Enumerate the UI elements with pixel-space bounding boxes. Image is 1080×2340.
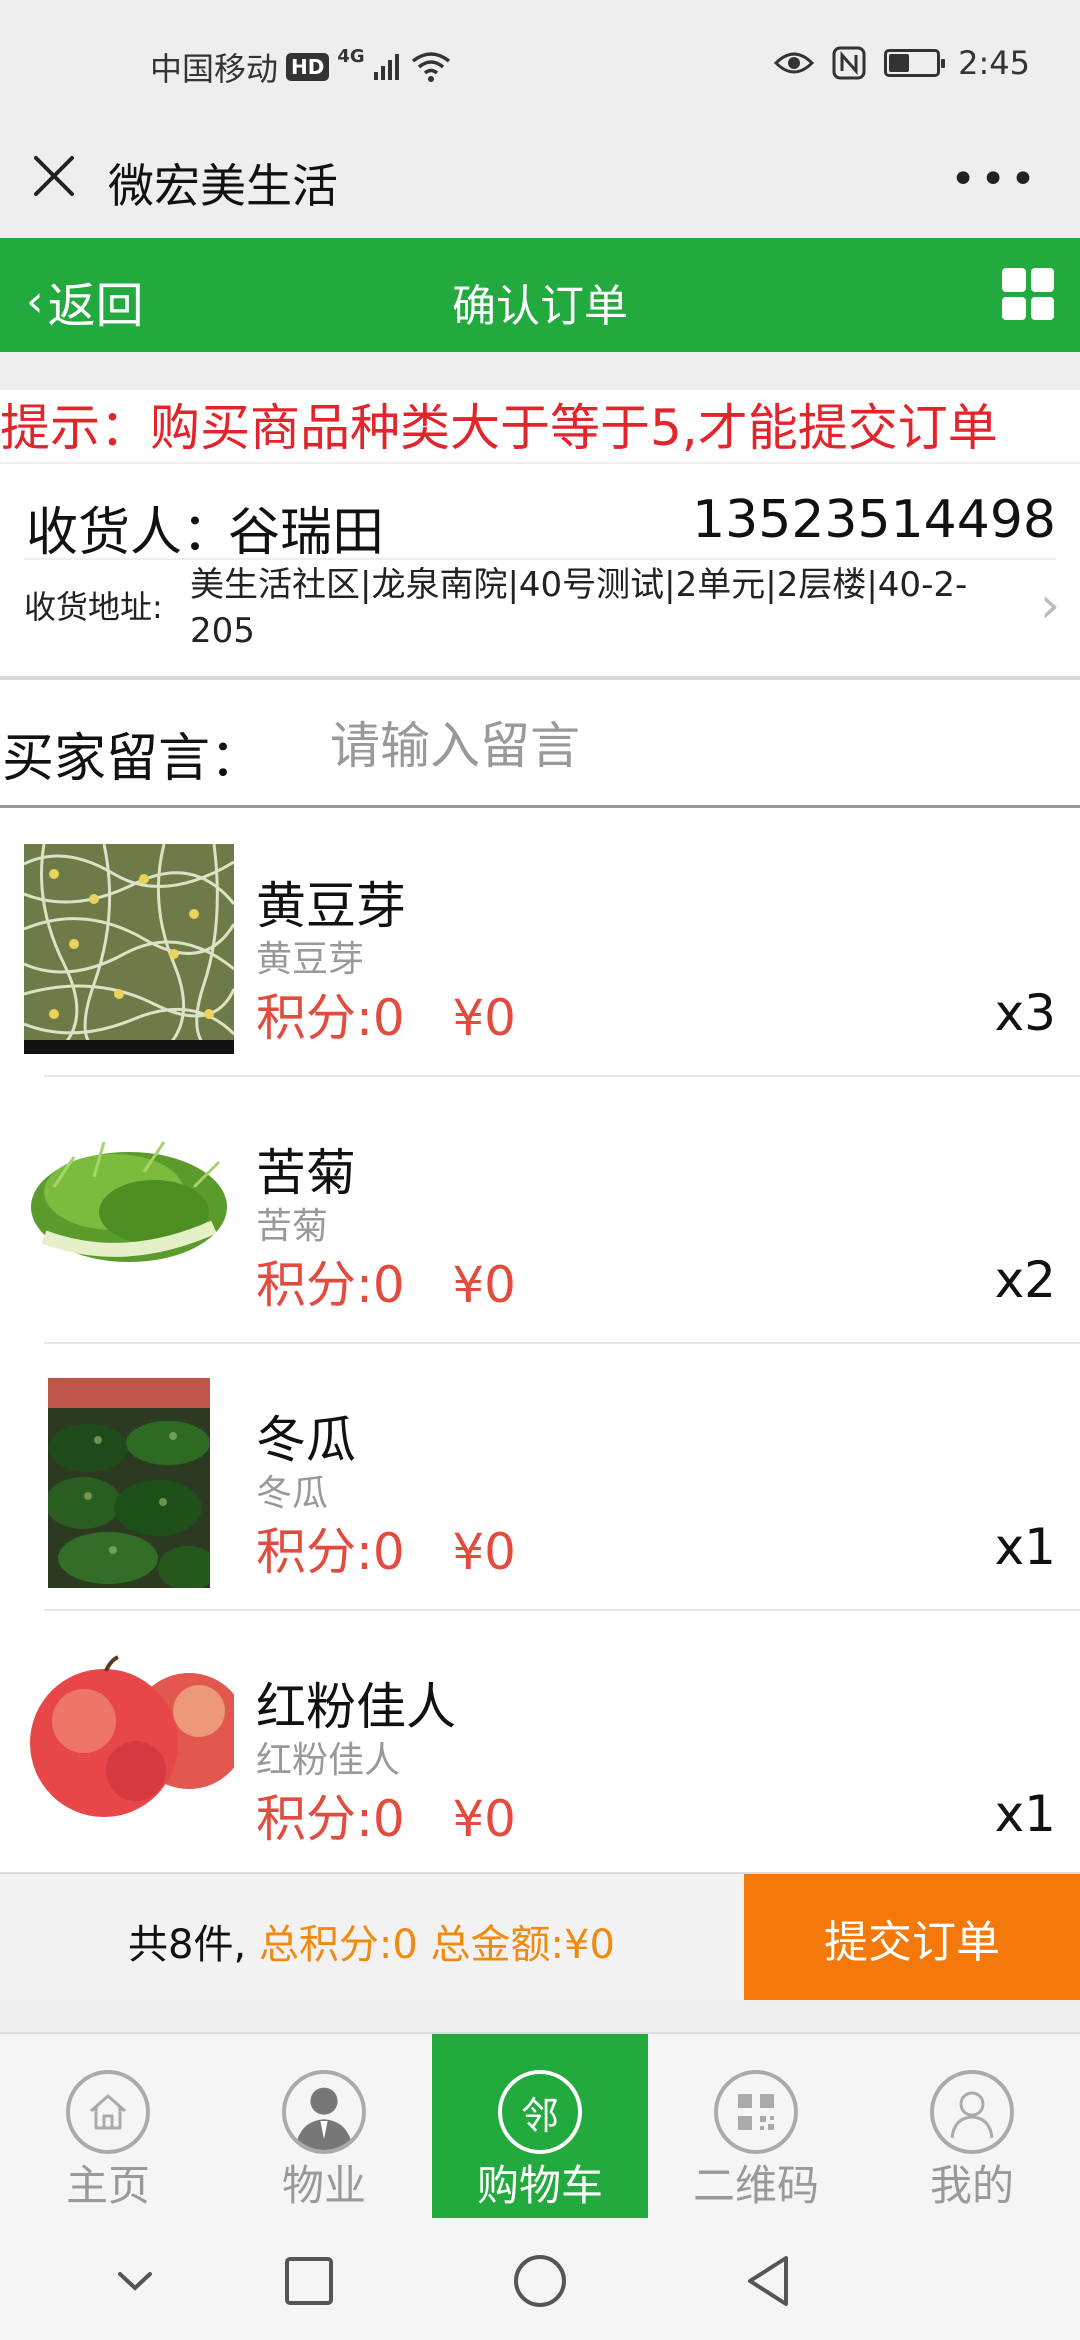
neighbor-cart-icon: 邻 [498,2070,582,2154]
product-name: 红粉佳人 [256,1678,456,1736]
product-price: 积分:0 ¥0 [256,1790,516,1848]
system-nav-bar [0,2218,1080,2340]
profile-icon [930,2070,1014,2154]
tab-label: 购物车 [476,2161,603,2210]
chevron-down-icon[interactable] [100,2246,170,2316]
tab-profile[interactable]: 我的 [864,2034,1080,2220]
status-right: 2:45 [774,44,1030,82]
property-person-icon [282,2070,366,2154]
hd-badge: HD [286,53,330,81]
product-item: 苦菊 苦菊 积分:0 ¥0 x2 [0,1077,1080,1344]
clock-label: 2:45 [958,44,1030,82]
buyer-message-input[interactable] [330,704,1030,788]
home-circle-icon[interactable] [505,2246,575,2316]
tab-home[interactable]: 主页 [0,2034,216,2220]
eye-icon [774,52,815,74]
wifi-icon [411,52,450,82]
page-header: ‹ 返回 确认订单 [0,238,1080,352]
tab-qr-code[interactable]: 二维码 [648,2034,864,2220]
product-item: 冬瓜 冬瓜 积分:0 ¥0 x1 [0,1344,1080,1611]
divider [24,558,1056,560]
tab-label: 物业 [281,2161,366,2210]
order-summary: 共8件, 总积分:0 总金额:¥0 [128,1912,615,1970]
product-subtitle: 冬瓜 [256,1473,329,1514]
app-title: 微宏美生活 [108,159,338,213]
battery-icon [884,49,946,77]
qr-code-icon [714,2070,798,2154]
product-price: 积分:0 ¥0 [256,1523,516,1581]
address-label: 收货地址: [24,588,163,626]
product-quantity: x1 [994,1785,1056,1843]
tab-property[interactable]: 物业 [216,2034,432,2220]
buyer-message-row: 买家留言： [0,684,1080,808]
product-image-soybean-sprouts [24,844,234,1054]
product-quantity: x1 [994,1518,1056,1576]
shipping-address-card[interactable]: 收货人： 谷瑞田 13523514498 收货地址: 美生活社区|龙泉南院|40… [0,462,1080,680]
section-gap [0,2000,1080,2032]
tab-cart[interactable]: 邻 购物车 [432,2034,648,2220]
product-item: 黄豆芽 黄豆芽 积分:0 ¥0 x3 [0,810,1080,1077]
product-image-winter-melon [48,1378,210,1588]
close-icon[interactable] [28,150,80,202]
status-left: 中国移动 HD 4G [150,44,451,90]
nfc-icon [832,46,866,80]
tab-label: 我的 [929,2161,1014,2210]
tab-label: 二维码 [692,2161,819,2210]
product-image-endive [24,1117,234,1302]
product-price: 积分:0 ¥0 [256,1256,516,1314]
submit-order-button[interactable]: 提交订单 [744,1874,1080,2002]
order-notice: 提示：购买商品种类大于等于5,才能提交订单 [0,399,998,457]
product-quantity: x3 [994,984,1056,1042]
recipient-name: 谷瑞田 [228,503,385,563]
buyer-message-label: 买家留言： [2,729,263,789]
recent-apps-icon[interactable] [274,2246,344,2316]
item-count: 共8件, [128,1922,259,1968]
product-name: 黄豆芽 [256,877,406,935]
cart-glyph: 邻 [520,2093,559,2138]
product-subtitle: 黄豆芽 [256,939,365,980]
product-list: 黄豆芽 黄豆芽 积分:0 ¥0 x3 苦菊 苦菊 积分:0 ¥0 x2 冬瓜 冬… [0,810,1080,1872]
section-gap [0,352,1080,390]
page-title: 确认订单 [452,281,628,332]
product-image-apple [24,1651,234,1826]
product-quantity: x2 [994,1251,1056,1309]
bottom-tab-bar: 主页 物业 邻 购物车 二维码 我的 [0,2032,1080,2220]
order-totals: 总积分:0 总金额:¥0 [258,1922,615,1968]
product-name: 苦菊 [256,1144,356,1202]
order-summary-bar: 共8件, 总积分:0 总金额:¥0 提交订单 [0,1872,1080,2002]
status-bar: 中国移动 HD 4G 2:45 [0,0,1080,132]
back-triangle-icon[interactable] [734,2246,804,2316]
carrier-label: 中国移动 [150,50,279,88]
chevron-right-icon: › [1040,576,1060,634]
home-icon [66,2070,150,2154]
signal-icon [373,54,399,80]
grid-menu-icon[interactable] [1002,268,1054,320]
recipient-label: 收货人： [26,503,235,563]
wechat-title-bar: 微宏美生活 ••• [0,132,1080,238]
tab-label: 主页 [65,2161,150,2210]
recipient-phone: 13523514498 [692,490,1056,550]
product-subtitle: 苦菊 [256,1206,329,1247]
product-name: 冬瓜 [256,1411,356,1469]
product-item: 红粉佳人 红粉佳人 积分:0 ¥0 x1 [0,1611,1080,1872]
product-subtitle: 红粉佳人 [256,1740,401,1781]
address-text: 美生活社区|龙泉南院|40号测试|2单元|2层楼|40-2-205 [190,565,968,651]
more-options-icon[interactable]: ••• [950,154,1040,205]
network-label: 4G [337,46,365,67]
product-price: 积分:0 ¥0 [256,989,516,1047]
